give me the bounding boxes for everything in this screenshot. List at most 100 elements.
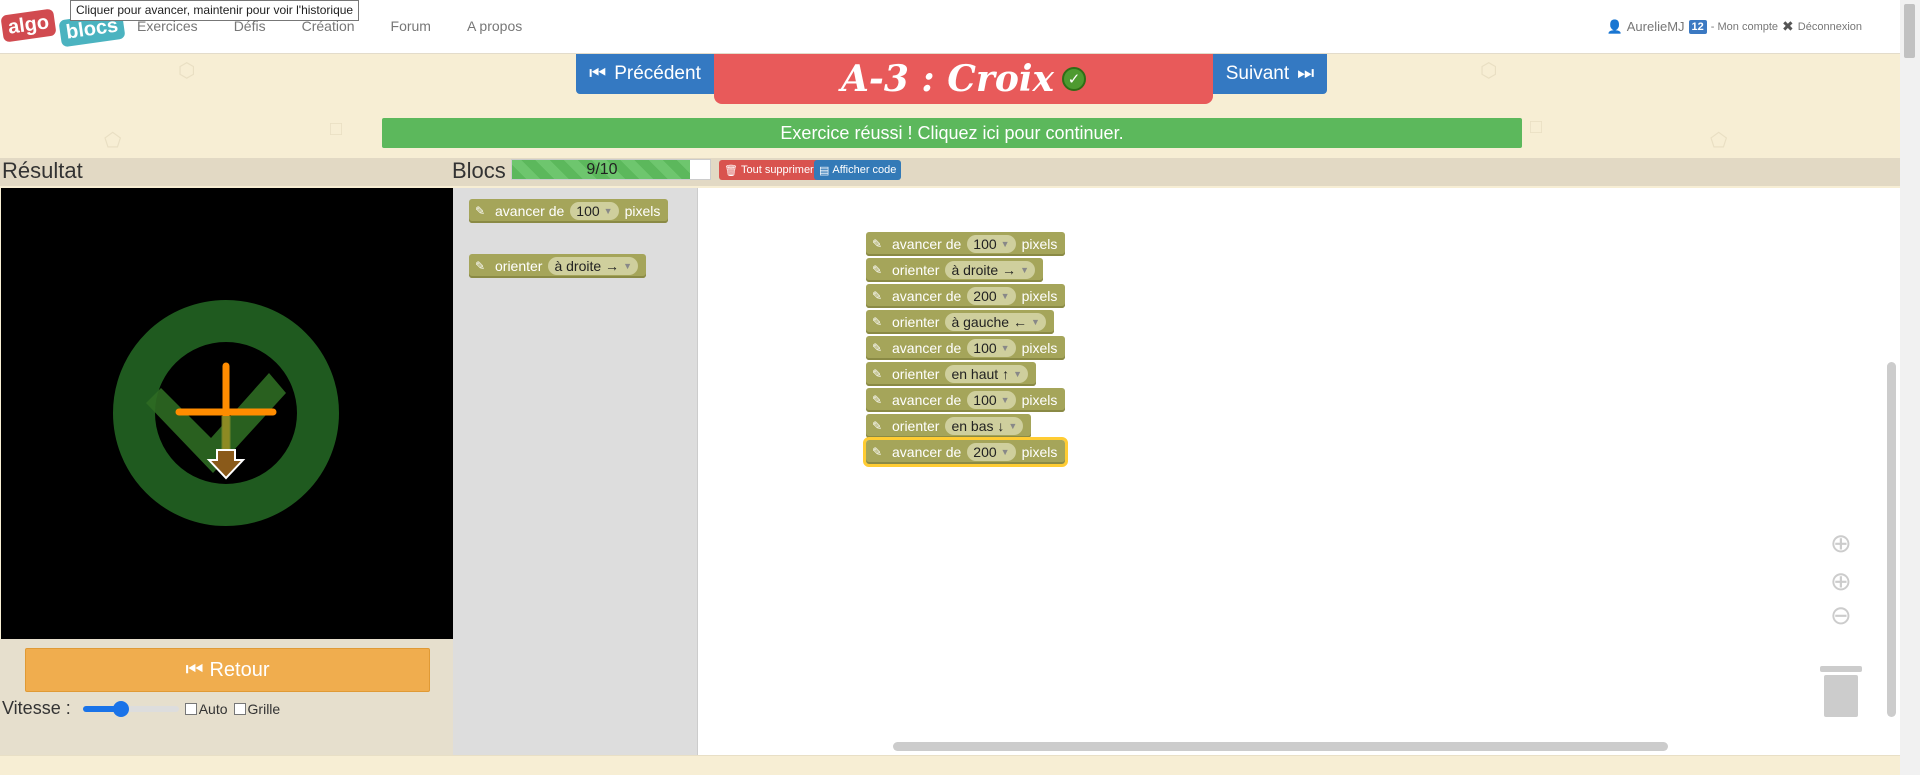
grid-label: Grille <box>247 700 281 717</box>
block-value-dropdown[interactable]: en bas ↓ ▼ <box>945 417 1024 435</box>
block-verb: orienter <box>892 418 940 434</box>
tooltip: Cliquer pour avancer, maintenir pour voi… <box>70 0 360 21</box>
program-block[interactable]: ✎ avancer de 100 ▼ pixels <box>866 232 1066 256</box>
background-shape: □ <box>330 118 343 140</box>
background-shape: ⬡ <box>178 60 196 82</box>
pencil-icon: ✎ <box>475 259 486 273</box>
block-value-dropdown[interactable]: à droite → ▼ <box>945 261 1035 279</box>
result-heading: Résultat <box>2 158 83 183</box>
result-canvas[interactable] <box>1 188 453 639</box>
block-suffix: pixels <box>1021 236 1058 252</box>
delete-all-button[interactable]: 🗑 Tout supprimer <box>719 160 819 180</box>
blocks-toolbox: ✎ avancer de 100 ▼ pixels ✎ orienter à dr… <box>453 188 697 755</box>
scrollbar-thumb[interactable] <box>1904 4 1915 58</box>
block-verb: avancer de <box>892 288 962 304</box>
footer-strip <box>0 755 1900 775</box>
blocks-heading: Blocs <box>452 158 506 183</box>
trash-lid <box>1820 666 1862 672</box>
background-shape: ⬠ <box>104 130 122 152</box>
pencil-icon: ✎ <box>872 367 883 381</box>
program-block-selected[interactable]: ✎ avancer de 200 ▼ pixels <box>862 437 1069 467</box>
show-code-button[interactable]: ▤ Afficher code <box>814 160 902 180</box>
block-verb: orienter <box>495 258 543 274</box>
speed-slider[interactable] <box>82 700 179 717</box>
workspace-horizontal-scrollbar[interactable] <box>893 742 1668 751</box>
logout-link[interactable]: Déconnexion <box>1798 21 1862 33</box>
pencil-icon: ✎ <box>872 445 883 459</box>
page-scrollbar[interactable] <box>1900 0 1920 775</box>
user-menu: 👤 AurelieMJ 12 - Mon compte ✖ Déconnexio… <box>1607 18 1862 35</box>
previous-label: Précédent <box>614 63 701 84</box>
block-verb: orienter <box>892 314 940 330</box>
auto-checkbox[interactable]: Auto <box>184 701 228 717</box>
block-value-dropdown[interactable]: 100 ▼ <box>570 202 619 220</box>
dropdown-value: 100 <box>576 203 600 219</box>
toolbox-block-orient[interactable]: ✎ orienter à droite → ▼ <box>469 254 646 278</box>
dropdown-arrow-icon: ▼ <box>1000 395 1010 405</box>
block-value-dropdown[interactable]: 100 ▼ <box>967 391 1016 409</box>
program-block[interactable]: ✎ orienter en bas ↓ ▼ <box>866 414 1032 438</box>
user-level-badge: 12 <box>1688 19 1707 34</box>
block-value-dropdown[interactable]: 100 ▼ <box>967 339 1016 357</box>
block-count-progress: 9/10 <box>511 159 711 180</box>
speed-slider-knob[interactable] <box>113 700 130 717</box>
dropdown-value: en haut ↑ <box>951 366 1010 382</box>
block-value-dropdown[interactable]: en haut ↑ ▼ <box>945 365 1028 383</box>
toolbox-block-move[interactable]: ✎ avancer de 100 ▼ pixels <box>469 199 669 223</box>
checkbox-box[interactable] <box>184 702 197 715</box>
trash-body <box>1824 675 1858 717</box>
previous-button[interactable]: ⏮ Précédent <box>576 54 714 94</box>
success-banner[interactable]: Exercice réussi ! Cliquez ici pour conti… <box>382 118 1522 148</box>
block-suffix: pixels <box>624 203 661 219</box>
pencil-icon: ✎ <box>475 204 486 218</box>
program-block[interactable]: ✎ avancer de 200 ▼ pixels <box>866 284 1066 308</box>
trash-icon: 🗑 <box>724 164 738 177</box>
program-block[interactable]: ✎ orienter à droite → ▼ <box>866 258 1043 282</box>
program-block[interactable]: ✎ orienter en haut ↑ ▼ <box>866 362 1036 386</box>
block-suffix: pixels <box>1021 288 1058 304</box>
checkbox-box[interactable] <box>233 702 246 715</box>
exercise-title: A-3 : Croix <box>840 58 1055 100</box>
dropdown-value: 100 <box>973 236 997 252</box>
block-value-dropdown[interactable]: 200 ▼ <box>967 443 1016 461</box>
nav-a-propos[interactable]: A propos <box>467 18 522 34</box>
dropdown-value: à droite → <box>554 258 620 274</box>
dropdown-value: 200 <box>973 444 997 460</box>
block-verb: avancer de <box>892 340 962 356</box>
username[interactable]: AurelieMJ <box>1627 19 1685 34</box>
grid-checkbox[interactable]: Grille <box>233 700 281 717</box>
pencil-icon: ✎ <box>872 341 883 355</box>
back-button[interactable]: ⏮ Retour <box>25 648 430 692</box>
block-value-dropdown[interactable]: 100 ▼ <box>967 235 1016 253</box>
account-link[interactable]: - Mon compte <box>1711 21 1778 33</box>
trash-can-icon[interactable] <box>1820 666 1862 720</box>
dropdown-value: en bas ↓ <box>951 418 1005 434</box>
speed-controls: Vitesse : Auto Grille <box>2 698 280 719</box>
dropdown-arrow-icon: ▼ <box>1000 343 1010 353</box>
block-value-dropdown[interactable]: 200 ▼ <box>967 287 1016 305</box>
close-icon: ✖ <box>1782 18 1794 34</box>
dropdown-value: 200 <box>973 288 997 304</box>
zoom-out-icon[interactable]: ⊖ <box>1830 600 1852 631</box>
program-block[interactable]: ✎ orienter à gauche ← ▼ <box>866 310 1054 334</box>
pencil-icon: ✎ <box>872 263 883 277</box>
next-button[interactable]: Suivant ⏭ <box>1213 54 1327 94</box>
nav-forum[interactable]: Forum <box>391 18 431 34</box>
recenter-icon[interactable]: ⊕ <box>1830 528 1852 559</box>
program-block[interactable]: ✎ avancer de 100 ▼ pixels <box>866 336 1066 360</box>
block-verb: orienter <box>892 262 940 278</box>
drawing <box>113 300 339 526</box>
blocks-workspace[interactable]: ✎ avancer de 100 ▼ pixels ✎ orienter à droite … <box>697 188 1900 755</box>
zoom-in-icon[interactable]: ⊕ <box>1830 566 1852 597</box>
skip-forward-icon: ⏭ <box>1297 63 1315 84</box>
program-block[interactable]: ✎ avancer de 100 ▼ pixels <box>866 388 1066 412</box>
rewind-icon: ⏮ <box>185 658 204 681</box>
dropdown-arrow-icon: ▼ <box>1000 291 1010 301</box>
dropdown-value: à droite → <box>951 262 1017 278</box>
block-value-dropdown[interactable]: à gauche ← ▼ <box>945 313 1046 331</box>
exercise-title-box: A-3 : Croix ✓ <box>714 54 1213 104</box>
workspace-vertical-scrollbar[interactable] <box>1887 362 1896 717</box>
dropdown-arrow-icon: ▼ <box>1008 421 1018 431</box>
block-value-dropdown[interactable]: à droite → ▼ <box>548 257 638 275</box>
dropdown-arrow-icon: ▼ <box>603 206 613 216</box>
